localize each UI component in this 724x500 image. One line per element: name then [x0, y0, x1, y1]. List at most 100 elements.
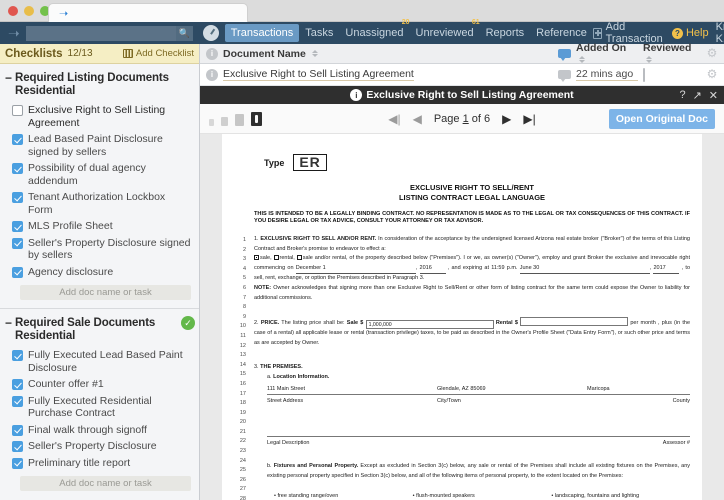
checkbox-sale-icon[interactable] — [254, 254, 259, 260]
reviewed-checkbox[interactable] — [643, 67, 645, 82]
user-menu[interactable]: Kristian K. — [716, 21, 724, 45]
list-item[interactable]: Agency disclosure — [0, 264, 199, 281]
nav-item-reference[interactable]: Reference — [530, 24, 593, 42]
sort-arrows-icon[interactable] — [579, 56, 585, 64]
page-size-xsmall-icon[interactable] — [209, 118, 214, 126]
last-page-icon[interactable]: ▶| — [523, 113, 535, 125]
list-item[interactable]: Tenant Authorization Lockbox Form — [0, 189, 199, 218]
minimize-window-button[interactable] — [24, 6, 34, 16]
info-icon[interactable]: i — [206, 68, 218, 81]
county-value[interactable]: Maricopa — [587, 385, 690, 396]
list-item[interactable]: Seller's Property Disclosure signed by s… — [0, 235, 199, 264]
previous-page-icon[interactable]: ◀ — [413, 113, 422, 125]
close-window-button[interactable] — [8, 6, 18, 16]
list-item[interactable]: Fully Executed Residential Purchase Cont… — [0, 393, 199, 422]
add-doc-or-task-input[interactable]: Add doc name or task — [20, 285, 191, 300]
checkbox[interactable] — [12, 350, 23, 361]
document-page-area[interactable]: 1 2 3 4 5 6 7 8 9 10 11 12 13 14 15 16 1 — [200, 134, 724, 500]
info-icon[interactable]: i — [206, 47, 218, 60]
collapse-minus-icon[interactable]: − — [5, 72, 12, 84]
nav-item-transactions[interactable]: Transactions — [224, 24, 300, 42]
checkbox-both-icon[interactable] — [296, 254, 302, 260]
popout-icon[interactable]: ↗ — [693, 89, 702, 102]
expiration-year-field[interactable]: 2017 — [653, 264, 680, 275]
help-icon[interactable]: ? — [679, 89, 685, 101]
comment-bubble-icon[interactable] — [558, 70, 571, 82]
first-page-icon[interactable]: ◀| — [388, 113, 400, 125]
column-header-added-on[interactable]: Added On — [576, 42, 638, 66]
list-item-label: Counter offer #1 — [28, 378, 104, 390]
sort-arrows-icon[interactable] — [646, 56, 652, 64]
list-item[interactable]: Seller's Property Disclosure — [0, 438, 199, 455]
checklist-group-name: Required Sale Documents Residential — [15, 317, 156, 342]
nav-item-unassigned[interactable]: Unassigned 20 — [339, 19, 409, 42]
gear-icon[interactable]: ⚙ — [706, 68, 718, 81]
checkbox[interactable] — [12, 441, 23, 452]
commencement-year-field[interactable]: 2016 — [419, 264, 446, 275]
checkbox[interactable] — [12, 457, 23, 469]
legal-description-field[interactable] — [267, 428, 690, 437]
commencement-date-field[interactable]: December 1 — [295, 264, 416, 275]
nav-item-reports[interactable]: Reports — [480, 24, 531, 42]
checkbox[interactable] — [12, 163, 23, 174]
sort-arrows-icon[interactable] — [311, 50, 318, 58]
list-item[interactable]: Final walk through signoff — [0, 422, 199, 439]
checkbox[interactable] — [12, 424, 23, 436]
add-doc-or-task-input[interactable]: Add doc name or task — [20, 476, 191, 491]
page-size-medium-icon[interactable] — [235, 113, 244, 126]
checkbox[interactable] — [12, 237, 23, 249]
line-number: 4 — [242, 265, 246, 272]
list-item[interactable]: Lead Based Paint Disclosure signed by se… — [0, 131, 199, 160]
checkbox[interactable] — [12, 395, 23, 407]
list-item[interactable]: MLS Profile Sheet — [0, 218, 199, 235]
browser-tab[interactable]: ➝ — [48, 3, 248, 22]
open-original-doc-button[interactable]: Open Original Doc — [608, 108, 715, 129]
document-name-link[interactable]: Exclusive Right to Sell Listing Agreemen… — [223, 68, 414, 81]
viewer-title: Exclusive Right to Sell Listing Agreemen… — [366, 89, 574, 101]
checklist-group-header[interactable]: − Required Listing Documents Residential — [0, 70, 199, 102]
nav-item-unreviewed[interactable]: Unreviewed 61 — [410, 19, 480, 42]
checkbox[interactable] — [12, 192, 23, 203]
checkbox[interactable] — [12, 221, 23, 232]
add-checklist-button[interactable]: Add Checklist — [122, 48, 194, 59]
column-header-document-name[interactable]: Document Name — [223, 48, 318, 60]
close-icon[interactable]: ✕ — [709, 89, 718, 102]
line-number: 8 — [242, 304, 246, 311]
sale-price-input[interactable]: 1,000,000 — [365, 320, 494, 330]
checkbox[interactable] — [12, 266, 23, 278]
list-item[interactable]: Preliminary title report — [0, 455, 199, 472]
city-town-value[interactable]: Glendale, AZ 85069 — [437, 385, 587, 396]
checkbox-rental-icon[interactable] — [273, 254, 279, 260]
gear-icon[interactable]: ⚙ — [706, 47, 718, 60]
checklist-group-header[interactable]: − Required Sale Documents Residential ✓ — [0, 315, 199, 347]
search-input[interactable] — [25, 25, 176, 41]
table-row[interactable]: i Exclusive Right to Sell Listing Agreem… — [200, 64, 724, 86]
nav-item-tasks[interactable]: Tasks — [299, 24, 339, 42]
document-title-line1: EXCLUSIVE RIGHT TO SELL/RENT — [409, 183, 535, 192]
comment-bubble-icon[interactable] — [558, 49, 571, 61]
page-size-large-icon[interactable] — [251, 111, 262, 126]
page-current[interactable]: 1 — [463, 113, 469, 125]
column-header-reviewed[interactable]: Reviewed — [643, 42, 701, 66]
checkbox[interactable] — [12, 105, 23, 116]
collapse-minus-icon[interactable]: − — [5, 317, 12, 329]
info-icon[interactable]: i — [350, 89, 363, 101]
expiration-date-field[interactable]: June 30 — [519, 264, 650, 275]
checkbox[interactable] — [12, 379, 23, 390]
list-item[interactable]: Exclusive Right to Sell Listing Agreemen… — [0, 102, 199, 131]
street-address-value[interactable]: 111 Main Street — [267, 385, 437, 396]
list-item[interactable]: Counter offer #1 — [0, 376, 199, 393]
fixtures-columns: free standing range/oven built in applia… — [254, 492, 690, 500]
document-body: Type ER EXCLUSIVE RIGHT TO SELL/RENT LIS… — [246, 148, 690, 500]
search-icon[interactable]: 🔍 — [175, 25, 193, 41]
app-logo-icon[interactable]: ➝ — [6, 25, 20, 42]
dashboard-gauge-icon[interactable] — [202, 25, 219, 41]
help-button[interactable]: ? Help — [671, 27, 709, 39]
clause-3-heading: THE PREMISES. — [260, 364, 303, 371]
rental-price-input[interactable] — [520, 317, 629, 327]
next-page-icon[interactable]: ▶ — [502, 113, 511, 125]
page-size-small-icon[interactable] — [221, 116, 228, 126]
checkbox[interactable] — [12, 134, 23, 145]
list-item[interactable]: Possibility of dual agency addendum — [0, 160, 199, 189]
list-item[interactable]: Fully Executed Lead Based Paint Disclosu… — [0, 347, 199, 376]
